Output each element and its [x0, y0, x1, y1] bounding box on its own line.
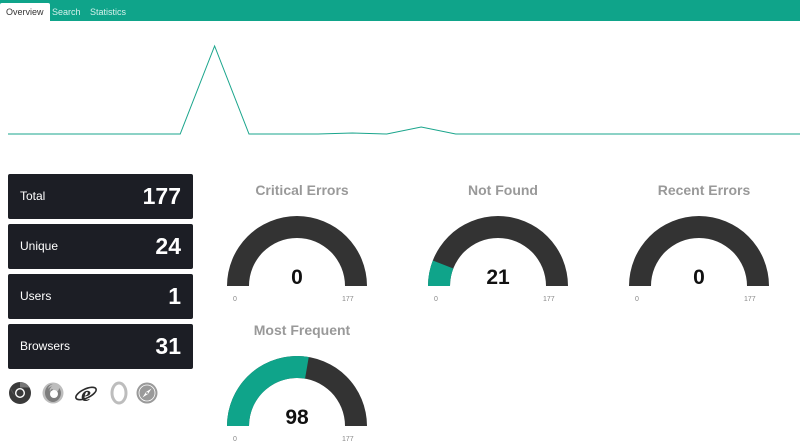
internet-explorer-icon[interactable]: e	[74, 381, 98, 405]
stat-value: 24	[155, 233, 181, 259]
opera-icon[interactable]	[107, 381, 131, 405]
stat-value: 177	[142, 183, 181, 209]
gauge-most-frequent: Most Frequent 98 0 177	[227, 322, 377, 443]
tab-statistics[interactable]: Statistics	[90, 3, 126, 21]
stat-value: 31	[155, 333, 181, 359]
stat-label: Total	[20, 189, 46, 203]
gauge-max-label: 177	[543, 296, 555, 303]
gauge-max-label: 177	[342, 296, 354, 303]
gauge-value: 0	[291, 266, 303, 289]
tab-search[interactable]: Search	[52, 3, 81, 21]
firefox-icon[interactable]	[41, 381, 65, 405]
gauge-title: Not Found	[468, 182, 538, 198]
stat-label: Unique	[20, 239, 59, 253]
gauge-title: Most Frequent	[253, 322, 351, 338]
gauge-value: 98	[285, 406, 309, 429]
stat-total: Total 177	[8, 174, 193, 219]
gauge-value: 0	[693, 266, 705, 289]
gauge-not-found: Not Found 21 0 177	[428, 182, 578, 303]
gauge-critical-errors: Critical Errors 0 0 177	[227, 182, 377, 303]
safari-icon[interactable]	[135, 381, 159, 405]
stat-users: Users 1	[8, 274, 193, 319]
gauge-min-label: 0	[233, 296, 237, 303]
chrome-icon[interactable]	[8, 381, 32, 405]
sparkline-series	[8, 44, 800, 135]
stat-value: 1	[168, 283, 181, 309]
gauge-title: Critical Errors	[255, 182, 349, 198]
gauge-min-label: 0	[635, 296, 639, 303]
stat-label: Users	[20, 289, 52, 303]
svg-text:e: e	[81, 381, 91, 405]
gauge-recent-errors: Recent Errors 0 0 177	[629, 182, 779, 303]
tab-overview[interactable]: Overview	[0, 3, 50, 21]
gauge-max-label: 177	[744, 296, 756, 303]
activity-sparkline	[8, 44, 800, 135]
gauge-title: Recent Errors	[657, 182, 751, 198]
gauge-min-label: 0	[434, 296, 438, 303]
top-nav: Overview Search Statistics	[0, 0, 800, 21]
gauge-value: 21	[486, 266, 510, 289]
gauge-max-label: 177	[342, 436, 354, 443]
gauge-min-label: 0	[233, 436, 237, 443]
stat-browsers: Browsers 31	[8, 324, 193, 369]
stat-unique: Unique 24	[8, 224, 193, 269]
stat-label: Browsers	[20, 339, 71, 353]
